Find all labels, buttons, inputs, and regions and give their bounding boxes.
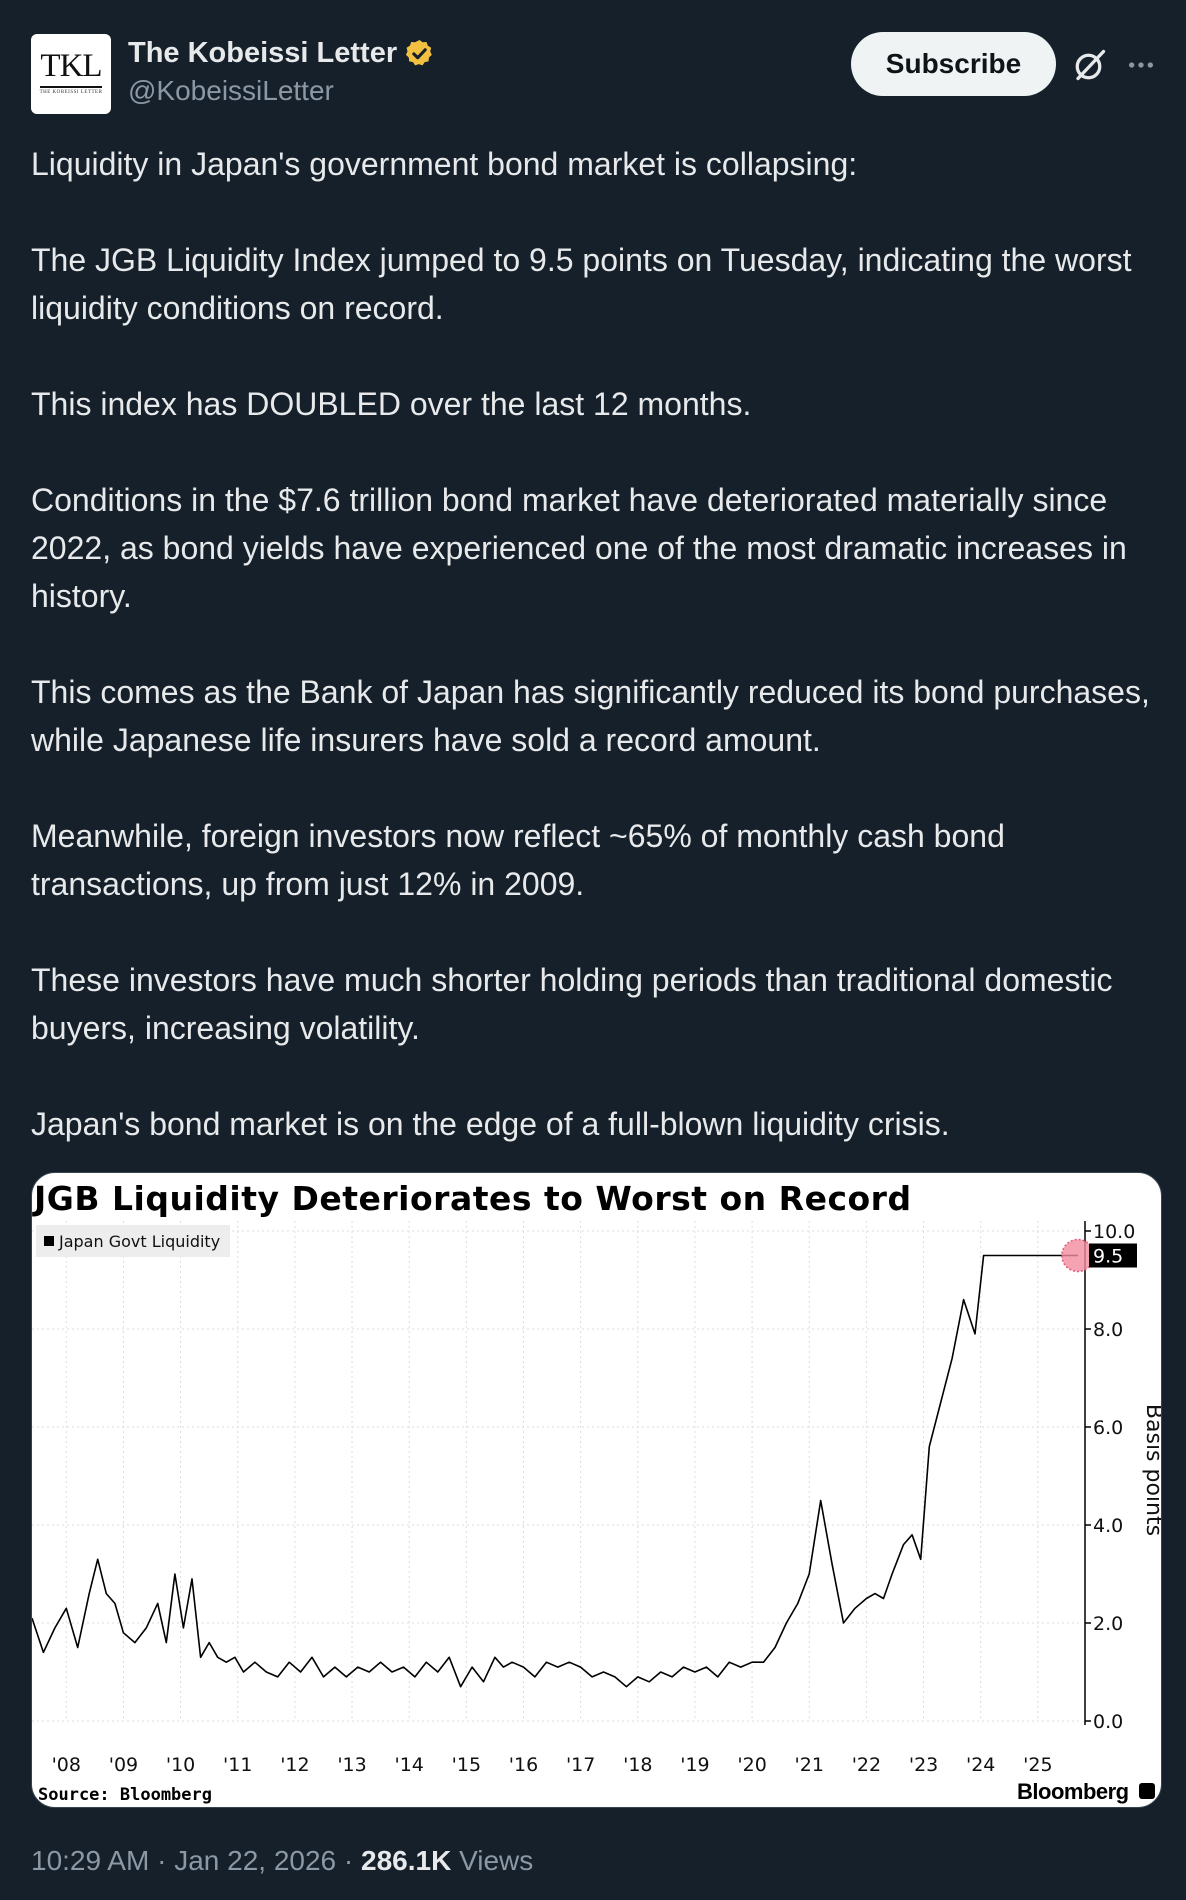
x-tick-label: '14 xyxy=(394,1754,423,1776)
tweet-paragraph: These investors have much shorter holdin… xyxy=(31,962,1113,1046)
x-tick-label: '13 xyxy=(337,1754,366,1776)
x-tick-label: '22 xyxy=(852,1754,881,1776)
tweet-header: TKL THE KOBEISSI LETTER The Kobeissi Let… xyxy=(31,31,1157,114)
chart-legend: Japan Govt Liquidity xyxy=(36,1225,231,1257)
author-display-name[interactable]: The Kobeissi Letter xyxy=(128,37,397,70)
y-tick-label: 4.0 xyxy=(1093,1515,1123,1537)
x-tick-label: '25 xyxy=(1023,1754,1052,1776)
x-tick-label: '23 xyxy=(909,1754,938,1776)
x-tick-label: '15 xyxy=(452,1754,481,1776)
tweet-paragraph: Japan's bond market is on the edge of a … xyxy=(31,1106,950,1142)
tweet-date[interactable]: Jan 22, 2026 xyxy=(174,1845,336,1876)
tweet-paragraph: This index has DOUBLED over the last 12 … xyxy=(31,386,752,422)
meta-separator: · xyxy=(157,1845,167,1876)
author-handle[interactable]: @KobeissiLetter xyxy=(128,75,334,107)
last-value-label: 9.5 xyxy=(1093,1246,1123,1268)
views-count: 286.1K xyxy=(361,1845,452,1876)
tweet-text: Liquidity in Japan's government bond mar… xyxy=(31,140,1156,1148)
chart-brand: Bloomberg xyxy=(1017,1779,1129,1804)
y-tick-label: 10.0 xyxy=(1093,1221,1135,1243)
avatar-subtext: THE KOBEISSI LETTER xyxy=(39,90,103,95)
tweet-paragraph: Conditions in the $7.6 trillion bond mar… xyxy=(31,482,1127,614)
x-tick-label: '19 xyxy=(680,1754,709,1776)
y-tick-label: 0.0 xyxy=(1093,1711,1123,1733)
y-tick-label: 2.0 xyxy=(1093,1613,1123,1635)
more-icon[interactable] xyxy=(1125,49,1157,81)
tweet-meta: 10:29 AM · Jan 22, 2026 · 286.1K Views xyxy=(31,1845,533,1877)
tweet-time[interactable]: 10:29 AM xyxy=(31,1845,149,1876)
x-tick-label: '24 xyxy=(966,1754,995,1776)
avatar-rule xyxy=(40,86,102,88)
chart-title: JGB Liquidity Deteriorates to Worst on R… xyxy=(34,1179,912,1218)
meta-separator: · xyxy=(343,1845,354,1876)
avatar-monogram: TKL xyxy=(40,48,102,84)
x-tick-label: '08 xyxy=(52,1754,81,1776)
legend-label: Japan Govt Liquidity xyxy=(59,1231,221,1251)
chart-image[interactable]: '08 '09 '10 '11 '12 '13 '14 '15 '16 '17 '18 '19 '20 '… xyxy=(31,1172,1162,1808)
x-tick-label: '11 xyxy=(223,1754,252,1776)
legend-swatch xyxy=(44,1236,54,1246)
tweet-paragraph: Meanwhile, foreign investors now reflect… xyxy=(31,818,1005,902)
author-name-row: The Kobeissi Letter xyxy=(128,33,435,73)
x-tick-label: '18 xyxy=(623,1754,652,1776)
x-tick-label: '17 xyxy=(566,1754,595,1776)
avatar[interactable]: TKL THE KOBEISSI LETTER xyxy=(31,34,111,114)
x-tick-label: '16 xyxy=(509,1754,538,1776)
y-tick-label: 6.0 xyxy=(1093,1417,1123,1439)
x-tick-label: '12 xyxy=(280,1754,309,1776)
y-axis-label: Basis points xyxy=(1141,1404,1162,1536)
verified-badge-icon[interactable] xyxy=(404,38,435,69)
views-label: Views xyxy=(459,1845,534,1876)
subscribe-button[interactable]: Subscribe xyxy=(851,32,1056,96)
series-line xyxy=(32,1254,1078,1688)
x-tick-label: '21 xyxy=(795,1754,824,1776)
y-tick-label: 8.0 xyxy=(1093,1319,1123,1341)
line-chart: '08 '09 '10 '11 '12 '13 '14 '15 '16 '17 '18 '19 '20 '… xyxy=(32,1221,1162,1776)
tweet-paragraph: Liquidity in Japan's government bond mar… xyxy=(31,146,858,182)
x-tick-label: '10 xyxy=(166,1754,195,1776)
chart-source: Source: Bloomberg xyxy=(38,1785,212,1805)
x-tick-label: '20 xyxy=(737,1754,766,1776)
tweet-paragraph: This comes as the Bank of Japan has sign… xyxy=(31,674,1150,758)
grok-icon[interactable] xyxy=(1072,47,1108,83)
x-tick-label: '09 xyxy=(109,1754,138,1776)
tweet-paragraph: The JGB Liquidity Index jumped to 9.5 po… xyxy=(31,242,1132,326)
bloomberg-logo-icon xyxy=(1139,1783,1155,1799)
